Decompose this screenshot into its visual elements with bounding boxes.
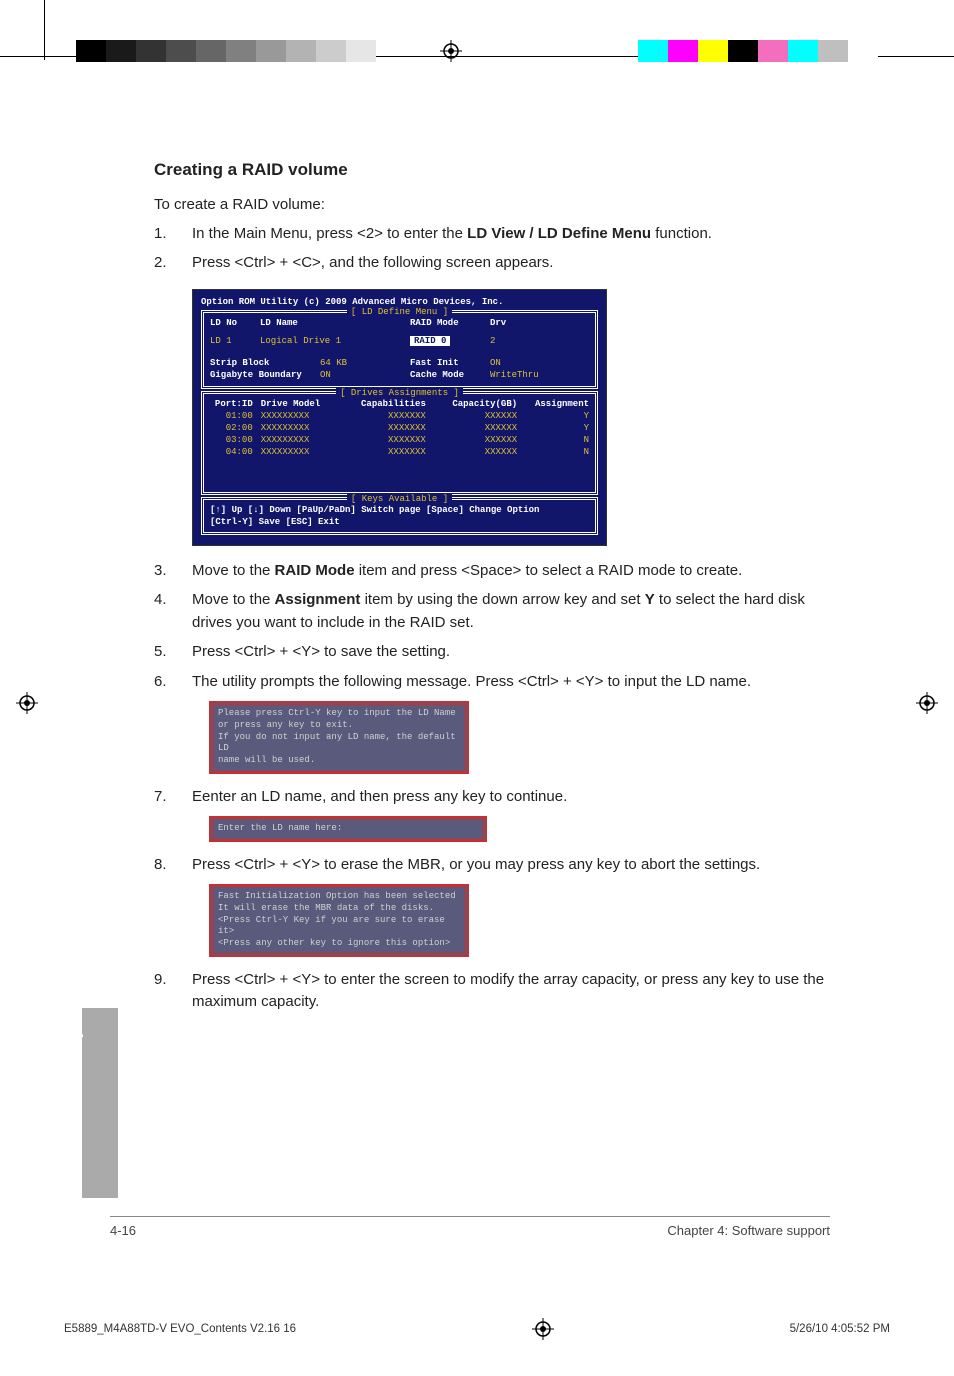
main-content: Creating a RAID volume To create a RAID … xyxy=(154,158,834,1021)
drives-header-row: Port:ID Drive Model Capabilities Capacit… xyxy=(210,398,589,410)
prompt-line: <Press any other key to ignore this opti… xyxy=(218,938,460,950)
drive-row: 02:00 XXXXXXXXX XXXXXXX XXXXXX Y xyxy=(210,422,589,434)
prompt-fast-init: Fast Initialization Option has been sele… xyxy=(209,884,469,956)
step-text: In the Main Menu, press <2> to enter the… xyxy=(192,223,834,246)
registration-mark-icon xyxy=(440,40,462,62)
file-name: E5889_M4A88TD-V EVO_Contents V2.16 16 xyxy=(64,1323,296,1335)
intro-text: To create a RAID volume: xyxy=(154,194,834,215)
timestamp: 5/26/10 4:05:52 PM xyxy=(790,1323,890,1335)
step-text: Press <Ctrl> + <C>, and the following sc… xyxy=(192,252,834,275)
color-blocks xyxy=(638,40,878,62)
registration-mark-icon xyxy=(532,1318,554,1340)
step-number: 6. xyxy=(154,671,192,694)
step-text: The utility prompts the following messag… xyxy=(192,671,834,694)
prompt-line: Please press Ctrl-Y key to input the LD … xyxy=(218,708,460,720)
step-list: 1. In the Main Menu, press <2> to enter … xyxy=(154,223,834,275)
ld-define-menu-box: [ LD Define Menu ] LD No LD Name RAID Mo… xyxy=(201,310,598,389)
step-3: 3. Move to the RAID Mode item and press … xyxy=(154,560,834,583)
step-number: 8. xyxy=(154,854,192,877)
chapter-tab-text: Chapter 4 xyxy=(62,1018,85,1115)
drive-row: 04:00 XXXXXXXXX XXXXXXX XXXXXX N xyxy=(210,446,589,458)
step-list: 7. Eenter an LD name, and then press any… xyxy=(154,786,834,809)
step-number: 7. xyxy=(154,786,192,809)
step-1: 1. In the Main Menu, press <2> to enter … xyxy=(154,223,834,246)
prompt-ld-name: Please press Ctrl-Y key to input the LD … xyxy=(209,701,469,773)
ld-row: LD 1 Logical Drive 1 RAID 0 2 xyxy=(210,335,589,347)
step-text: Press <Ctrl> + <Y> to save the setting. xyxy=(192,641,834,664)
keys-line: [Ctrl-Y] Save [ESC] Exit xyxy=(210,516,589,528)
prompt-enter-ld-name: Enter the LD name here: xyxy=(209,816,487,842)
step-text: Eenter an LD name, and then press any ke… xyxy=(192,786,834,809)
prompt-line: It will erase the MBR data of the disks. xyxy=(218,903,460,915)
drive-row: 03:00 XXXXXXXXX XXXXXXX XXXXXX N xyxy=(210,434,589,446)
step-number: 4. xyxy=(154,589,192,634)
step-7: 7. Eenter an LD name, and then press any… xyxy=(154,786,834,809)
box-label: [ Drives Assignments ] xyxy=(204,387,595,399)
param-row: Gigabyte Boundary ON Cache Mode WriteThr… xyxy=(210,369,589,381)
step-number: 9. xyxy=(154,969,192,1014)
registration-top xyxy=(0,20,954,50)
raid-mode-value[interactable]: RAID 0 xyxy=(410,335,490,347)
footer-rule xyxy=(110,1216,830,1217)
step-number: 3. xyxy=(154,560,192,583)
step-8: 8. Press <Ctrl> + <Y> to erase the MBR, … xyxy=(154,854,834,877)
prompt-line: If you do not input any LD name, the def… xyxy=(218,732,460,755)
ld-header-row: LD No LD Name RAID Mode Drv xyxy=(210,317,589,329)
step-text: Move to the RAID Mode item and press <Sp… xyxy=(192,560,834,583)
chapter-title: Chapter 4: Software support xyxy=(667,1223,830,1238)
bios-screen: Option ROM Utility (c) 2009 Advanced Mic… xyxy=(192,289,607,546)
step-text: Press <Ctrl> + <Y> to enter the screen t… xyxy=(192,969,834,1014)
drives-assignments-box: [ Drives Assignments ] Port:ID Drive Mod… xyxy=(201,391,598,495)
page-footer: 4-16 Chapter 4: Software support xyxy=(110,1216,830,1238)
prompt-line: Fast Initialization Option has been sele… xyxy=(218,891,460,903)
step-number: 1. xyxy=(154,223,192,246)
keys-line: [↑] Up [↓] Down [PaUp/PaDn] Switch page … xyxy=(210,504,589,516)
step-text: Press <Ctrl> + <Y> to erase the MBR, or … xyxy=(192,854,834,877)
step-number: 2. xyxy=(154,252,192,275)
drive-row: 01:00 XXXXXXXXX XXXXXXX XXXXXX Y xyxy=(210,410,589,422)
step-6: 6. The utility prompts the following mes… xyxy=(154,671,834,694)
step-list: 9. Press <Ctrl> + <Y> to enter the scree… xyxy=(154,969,834,1014)
keys-available-box: [ Keys Available ] [↑] Up [↓] Down [PaUp… xyxy=(201,497,598,535)
section-title: Creating a RAID volume xyxy=(154,158,834,182)
prompt-line: Enter the LD name here: xyxy=(218,823,478,835)
registration-mark-icon xyxy=(916,692,938,714)
reg-vertical-line xyxy=(44,0,45,60)
greyscale-blocks xyxy=(76,40,376,62)
prompt-line: <Press Ctrl-Y Key if you are sure to era… xyxy=(218,915,460,938)
chapter-tab xyxy=(82,1008,118,1198)
step-5: 5. Press <Ctrl> + <Y> to save the settin… xyxy=(154,641,834,664)
param-row: Strip Block 64 KB Fast Init ON xyxy=(210,357,589,369)
box-label: [ Keys Available ] xyxy=(204,493,595,505)
page-number: 4-16 xyxy=(110,1223,136,1238)
page: Creating a RAID volume To create a RAID … xyxy=(0,0,954,1376)
step-9: 9. Press <Ctrl> + <Y> to enter the scree… xyxy=(154,969,834,1014)
step-4: 4. Move to the Assignment item by using … xyxy=(154,589,834,634)
footer-row: 4-16 Chapter 4: Software support xyxy=(110,1223,830,1238)
box-label: [ LD Define Menu ] xyxy=(204,306,595,318)
step-2: 2. Press <Ctrl> + <C>, and the following… xyxy=(154,252,834,275)
slug-line: E5889_M4A88TD-V EVO_Contents V2.16 16 5/… xyxy=(64,1318,890,1340)
registration-mark-icon xyxy=(16,692,38,714)
step-list: 3. Move to the RAID Mode item and press … xyxy=(154,560,834,694)
step-number: 5. xyxy=(154,641,192,664)
step-list: 8. Press <Ctrl> + <Y> to erase the MBR, … xyxy=(154,854,834,877)
step-text: Move to the Assignment item by using the… xyxy=(192,589,834,634)
prompt-line: or press any key to exit. xyxy=(218,720,460,732)
prompt-line: name will be used. xyxy=(218,755,460,767)
